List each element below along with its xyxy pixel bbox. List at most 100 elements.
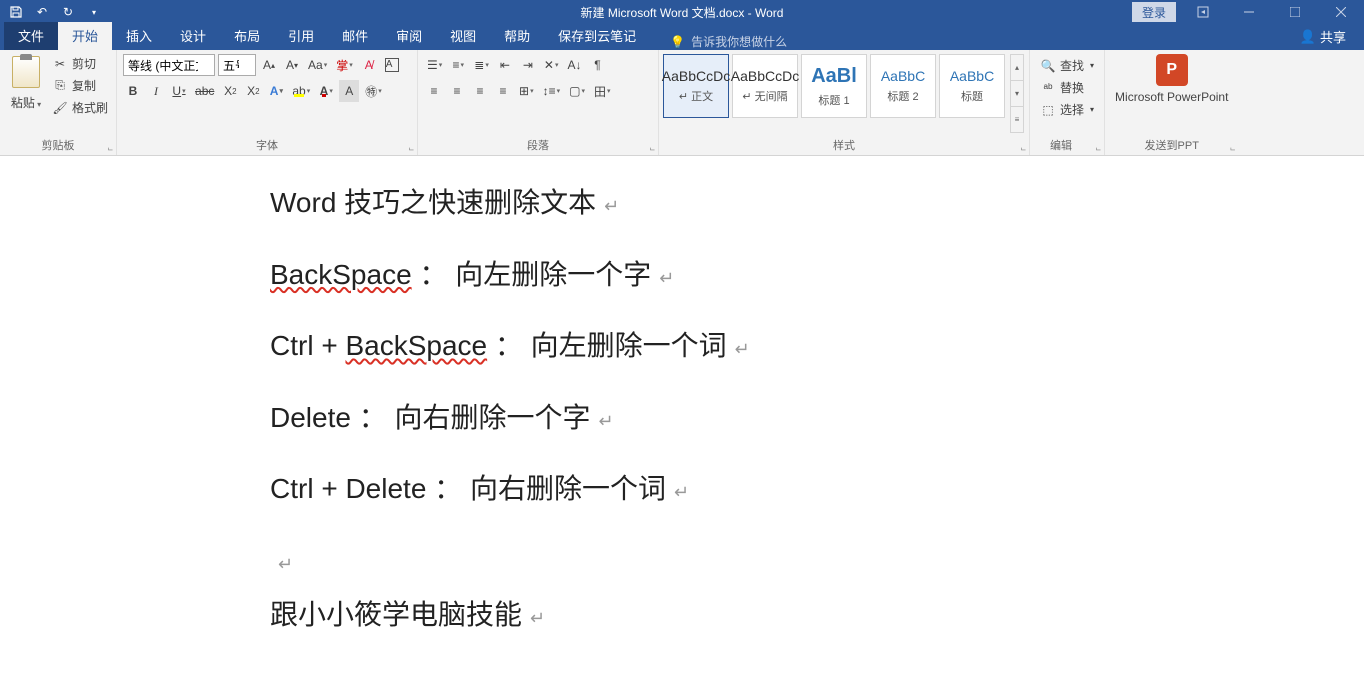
font-size-select[interactable] <box>218 54 256 76</box>
style-heading2[interactable]: AaBbC标题 2 <box>870 54 936 118</box>
save-icon[interactable] <box>4 1 28 23</box>
bullets-button[interactable]: ☰ <box>424 54 445 76</box>
brush-icon: 🖌 <box>52 100 68 116</box>
document-area[interactable]: Word 技巧之快速删除文本↵ BackSpace ： 向左删除一个字↵ Ctr… <box>0 156 1364 692</box>
char-border-button[interactable]: A <box>382 54 402 76</box>
char-shading-button[interactable]: A <box>339 80 359 102</box>
copy-label: 复制 <box>72 77 96 94</box>
cut-button[interactable]: ✂剪切 <box>50 54 110 73</box>
tab-references[interactable]: 引用 <box>274 22 328 50</box>
distribute-button[interactable]: ⊞ <box>516 80 537 102</box>
search-icon: 🔍 <box>1040 58 1056 74</box>
text-direction-button[interactable]: ✕ <box>541 54 562 76</box>
justify-button[interactable]: ≡ <box>493 80 513 102</box>
styles-group-label: 样式 <box>659 137 1029 155</box>
change-case-button[interactable]: Aa <box>305 54 330 76</box>
copy-button[interactable]: ⎘复制 <box>50 76 110 95</box>
phonetic-button[interactable]: 掌 <box>333 54 356 76</box>
format-painter-button[interactable]: 🖌格式刷 <box>50 98 110 117</box>
text-effects-button[interactable]: A <box>266 80 286 102</box>
replace-button[interactable]: ᵃᵇ替换 <box>1038 78 1096 97</box>
italic-button[interactable]: I <box>146 80 166 102</box>
paragraph[interactable]: Word 技巧之快速删除文本↵ <box>270 186 1364 220</box>
paste-button[interactable]: 粘贴 <box>6 54 46 135</box>
undo-icon[interactable]: ↶ <box>30 1 54 23</box>
enclose-char-button[interactable]: ㊕ <box>362 80 385 102</box>
styles-more[interactable]: ▴▾≡ <box>1010 54 1024 133</box>
select-label: 选择 <box>1060 101 1084 118</box>
paste-label: 粘贴 <box>11 94 41 111</box>
redo-icon[interactable]: ↻ <box>56 1 80 23</box>
tab-home[interactable]: 开始 <box>58 22 112 50</box>
subscript-button[interactable]: X2 <box>220 80 240 102</box>
style-nospacing[interactable]: AaBbCcDc↵ 无间隔 <box>732 54 798 118</box>
find-label: 查找 <box>1060 57 1084 74</box>
minimize-icon[interactable] <box>1226 0 1272 24</box>
clear-format-button[interactable]: A̸ <box>359 54 379 76</box>
ribbon-tabs: 文件 开始 插入 设计 布局 引用 邮件 审阅 视图 帮助 保存到云笔记 💡 告… <box>0 24 1364 50</box>
tab-mailings[interactable]: 邮件 <box>328 22 382 50</box>
maximize-icon[interactable] <box>1272 0 1318 24</box>
highlight-button[interactable]: ab <box>289 80 313 102</box>
paragraph-group-label: 段落 <box>418 137 658 155</box>
tab-file[interactable]: 文件 <box>4 22 58 50</box>
numbering-button[interactable]: ≡ <box>448 54 468 76</box>
style-heading1[interactable]: AaBl标题 1 <box>801 54 867 118</box>
tab-view[interactable]: 视图 <box>436 22 490 50</box>
sort-button[interactable]: A↓ <box>564 54 584 76</box>
select-button[interactable]: ⬚选择▾ <box>1038 100 1096 119</box>
titlebar: ↶ ↻ ▾ 新建 Microsoft Word 文档.docx - Word 登… <box>0 0 1364 24</box>
styles-gallery: AaBbCcDc↵ 正文 AaBbCcDc↵ 无间隔 AaBl标题 1 AaBb… <box>663 54 1025 133</box>
paragraph[interactable]: Ctrl + Delete ： 向右删除一个词↵ <box>270 472 1364 506</box>
superscript-button[interactable]: X2 <box>243 80 263 102</box>
paragraph-mark-icon: ↵ <box>599 411 614 431</box>
underline-button[interactable]: U <box>169 80 189 102</box>
share-button[interactable]: 👤 共享 <box>1292 23 1354 50</box>
clipboard-group-label: 剪贴板 <box>0 137 116 155</box>
paragraph[interactable]: BackSpace ： 向左删除一个字↵ <box>270 258 1364 292</box>
bold-button[interactable]: B <box>123 80 143 102</box>
tab-save-cloud[interactable]: 保存到云笔记 <box>544 22 650 50</box>
close-icon[interactable] <box>1318 0 1364 24</box>
increase-indent-button[interactable]: ⇥ <box>518 54 538 76</box>
powerpoint-icon[interactable]: P <box>1156 54 1188 86</box>
paragraph-mark-icon: ↵ <box>659 268 674 288</box>
font-family-select[interactable] <box>123 54 215 76</box>
multilevel-button[interactable]: ≣ <box>471 54 492 76</box>
ppt-group-label: 发送到PPT <box>1105 137 1238 155</box>
align-center-button[interactable]: ≡ <box>447 80 467 102</box>
login-button[interactable]: 登录 <box>1132 2 1176 22</box>
tab-design[interactable]: 设计 <box>166 22 220 50</box>
grow-font-button[interactable]: A▴ <box>259 54 279 76</box>
tell-me-search[interactable]: 💡 告诉我你想做什么 <box>670 33 787 50</box>
decrease-indent-button[interactable]: ⇤ <box>495 54 515 76</box>
strike-button[interactable]: abc <box>192 80 217 102</box>
paragraph[interactable]: Ctrl + BackSpace ： 向左删除一个词↵ <box>270 329 1364 363</box>
paragraph[interactable]: Delete ： 向右删除一个字↵ <box>270 401 1364 435</box>
align-right-button[interactable]: ≡ <box>470 80 490 102</box>
tab-review[interactable]: 审阅 <box>382 22 436 50</box>
find-button[interactable]: 🔍查找▾ <box>1038 56 1096 75</box>
ribbon-options-icon[interactable] <box>1180 0 1226 24</box>
style-title[interactable]: AaBbC标题 <box>939 54 1005 118</box>
paragraph[interactable]: ↵ <box>270 544 1364 578</box>
style-normal[interactable]: AaBbCcDc↵ 正文 <box>663 54 729 118</box>
tab-layout[interactable]: 布局 <box>220 22 274 50</box>
shading-button[interactable]: ▢ <box>566 80 588 102</box>
show-marks-button[interactable]: ¶ <box>587 54 607 76</box>
paragraph[interactable]: 跟小小筱学电脑技能↵ <box>270 598 1364 632</box>
ppt-name[interactable]: Microsoft PowerPoint <box>1115 90 1228 104</box>
line-spacing-button[interactable]: ↕≡ <box>540 80 564 102</box>
qat-more-icon[interactable]: ▾ <box>82 1 106 23</box>
align-left-button[interactable]: ≡ <box>424 80 444 102</box>
group-sendppt: P Microsoft PowerPoint 发送到PPT <box>1105 50 1238 155</box>
font-color-button[interactable]: A <box>316 80 336 102</box>
scissors-icon: ✂ <box>52 56 68 72</box>
paragraph-mark-icon: ↵ <box>735 339 750 359</box>
shrink-font-button[interactable]: A▾ <box>282 54 302 76</box>
tab-help[interactable]: 帮助 <box>490 22 544 50</box>
paste-icon <box>12 56 40 88</box>
painter-label: 格式刷 <box>72 99 108 116</box>
tab-insert[interactable]: 插入 <box>112 22 166 50</box>
borders-button[interactable]: 田 <box>591 80 614 102</box>
